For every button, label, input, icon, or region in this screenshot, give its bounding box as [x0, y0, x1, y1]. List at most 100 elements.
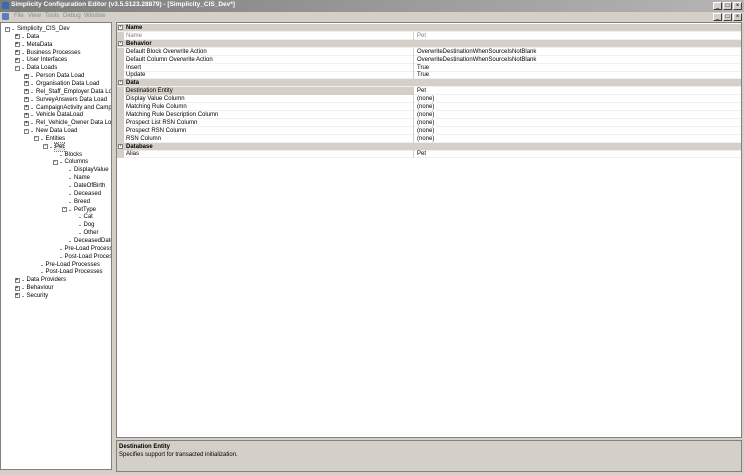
menu-file[interactable]: File	[14, 13, 24, 19]
tree-node[interactable]: Blocks	[1, 151, 111, 159]
tree-node[interactable]: + Business Processes	[1, 49, 111, 57]
tree-node[interactable]: + Security	[1, 292, 111, 300]
grid-property-row[interactable]: Matching Rule Column (none)	[117, 103, 741, 111]
grid-property-row[interactable]: Destination Entity Pet	[117, 87, 741, 96]
property-value[interactable]: OverwriteDestinationWhenSourceIsNotBlank	[417, 56, 737, 64]
tree-node[interactable]: Dog	[1, 221, 111, 229]
tree-node-label[interactable]: CampaignActivity and Campaign	[36, 104, 111, 112]
grid-category[interactable]: - Data	[117, 79, 741, 88]
tree-node[interactable]: Pre-Load Processes	[1, 261, 111, 269]
grid-category[interactable]: - Name	[117, 24, 741, 32]
tree-node[interactable]: + Data Providers	[1, 276, 111, 284]
tree-node-label[interactable]: Other	[84, 229, 99, 237]
menu-debug[interactable]: Debug	[63, 13, 81, 19]
tree-node[interactable]: + CampaignActivity and Campaign	[1, 104, 111, 112]
tree-node-label[interactable]: Data Providers	[27, 276, 67, 284]
tree-node-label[interactable]: User Interfaces	[27, 56, 68, 64]
tree-node[interactable]: DateOfBirth	[1, 182, 111, 190]
tree-node[interactable]: - Columns	[1, 158, 111, 166]
expand-icon[interactable]: +	[24, 73, 29, 79]
property-value[interactable]: (none)	[417, 127, 737, 135]
tree-node-label[interactable]: PetType	[74, 206, 96, 214]
grid-property-row[interactable]: RSN Column (none)	[117, 134, 741, 143]
expand-icon[interactable]: +	[14, 34, 20, 40]
tree-node-label[interactable]: Organisation Data Load	[36, 80, 99, 88]
tree-node-label[interactable]: SurveyAnswers Data Load	[36, 96, 107, 104]
tree-node[interactable]: - PetType	[1, 206, 111, 214]
tree-node-label[interactable]: Rel_Staff_Employer Data Load	[36, 88, 111, 96]
tree-node[interactable]: Other	[1, 229, 111, 237]
tree-node[interactable]: + Organisation Data Load	[1, 80, 111, 88]
tree-node-label[interactable]: Cat	[84, 213, 93, 221]
tree-node[interactable]: - Pet	[1, 141, 111, 152]
tree-node-label[interactable]: DeceasedDate	[74, 237, 111, 245]
tree-node[interactable]: + Vehicle DataLoad	[1, 111, 111, 119]
tree-node-label[interactable]: Simplicity_CIS_Dev	[17, 25, 70, 33]
grid-category[interactable]: - Behavior	[117, 39, 741, 48]
expand-icon[interactable]: +	[14, 57, 20, 63]
tree-node-label[interactable]: Pet	[53, 141, 66, 152]
collapse-icon[interactable]: -	[33, 136, 39, 142]
doc-restore-button[interactable]: □	[723, 13, 732, 21]
tree-node-label[interactable]: Data Loads	[27, 64, 58, 72]
collapse-icon[interactable]: -	[24, 128, 29, 134]
property-value[interactable]: Pet	[417, 32, 737, 40]
tree-node[interactable]: + Behaviour	[1, 284, 111, 292]
tree-node[interactable]: Name	[1, 174, 111, 182]
tree-node[interactable]: + Person Data Load	[1, 72, 111, 80]
expand-icon[interactable]: +	[24, 120, 29, 126]
configuration-tree[interactable]: - Simplicity_CIS_Dev + Data + MetaData + Busine…	[0, 22, 112, 470]
tree-node[interactable]: Pre-Load Processes	[1, 245, 111, 253]
tree-node-label[interactable]: Pre-Load Processes	[46, 261, 100, 269]
tree-node-label[interactable]: New Data Load	[36, 127, 77, 135]
grid-property-row[interactable]: Prospect RSN Column (none)	[117, 126, 741, 135]
expand-icon[interactable]: +	[14, 293, 20, 299]
collapse-icon[interactable]: -	[118, 80, 123, 86]
collapse-icon[interactable]: -	[14, 65, 20, 71]
tree-node[interactable]: Cat	[1, 213, 111, 221]
collapse-icon[interactable]: -	[43, 144, 48, 150]
tree-node-label[interactable]: Data	[27, 33, 40, 41]
tree-node-label[interactable]: Columns	[65, 158, 89, 166]
property-value[interactable]: True	[417, 71, 737, 79]
tree-node-label[interactable]: MetaData	[27, 41, 53, 49]
menu-window[interactable]: Window	[84, 13, 105, 19]
expand-icon[interactable]: +	[14, 285, 20, 291]
doc-minimize-button[interactable]: _	[713, 13, 722, 21]
minimize-button[interactable]: _	[713, 2, 722, 10]
grid-property-row[interactable]: Prospect List RSN Column (none)	[117, 118, 741, 127]
tree-node[interactable]: + User Interfaces	[1, 56, 111, 64]
tree-node[interactable]: + Data	[1, 33, 111, 41]
tree-node[interactable]: DeceasedDate	[1, 237, 111, 245]
collapse-icon[interactable]: -	[5, 26, 10, 32]
tree-node-label[interactable]: Deceased	[74, 190, 101, 198]
tree-node[interactable]: Deceased	[1, 190, 111, 198]
tree-node[interactable]: Breed	[1, 198, 111, 206]
tree-node-label[interactable]: Security	[27, 292, 49, 300]
tree-node-label[interactable]: Behaviour	[27, 284, 54, 292]
tree-node-label[interactable]: Vehicle DataLoad	[36, 111, 83, 119]
tree-node-label[interactable]: Entities	[46, 135, 66, 143]
collapse-icon[interactable]: -	[118, 25, 123, 30]
tree-node-label[interactable]: Post-Load Processes	[46, 268, 103, 276]
grid-property-row[interactable]: Update True	[117, 71, 741, 80]
expand-icon[interactable]: +	[14, 50, 20, 56]
collapse-icon[interactable]: -	[62, 207, 67, 213]
tree-node-label[interactable]: Pre-Load Processes	[65, 245, 112, 253]
menu-tools[interactable]: Tools	[45, 13, 59, 19]
property-value[interactable]: (none)	[417, 119, 737, 127]
property-value[interactable]: OverwriteDestinationWhenSourceIsNotBlank	[417, 48, 737, 56]
property-value[interactable]: Pet	[417, 87, 737, 95]
tree-node[interactable]: - Entities	[1, 135, 111, 143]
collapse-icon[interactable]: -	[52, 159, 58, 165]
grid-property-row[interactable]: Matching Rule Description Column (none)	[117, 110, 741, 119]
tree-node[interactable]: + Rel_Staff_Employer Data Load	[1, 88, 111, 96]
tree-node-label[interactable]: Breed	[74, 198, 90, 206]
tree-node-label[interactable]: Name	[74, 174, 90, 182]
grid-property-row[interactable]: Default Block Overwrite Action OverwriteD…	[117, 47, 741, 56]
property-value[interactable]: (none)	[417, 103, 737, 111]
grid-property-row[interactable]: Alias Pet	[117, 150, 741, 159]
menu-view[interactable]: View	[28, 13, 41, 19]
tree-node[interactable]: + SurveyAnswers Data Load	[1, 96, 111, 104]
expand-icon[interactable]: +	[24, 105, 29, 110]
